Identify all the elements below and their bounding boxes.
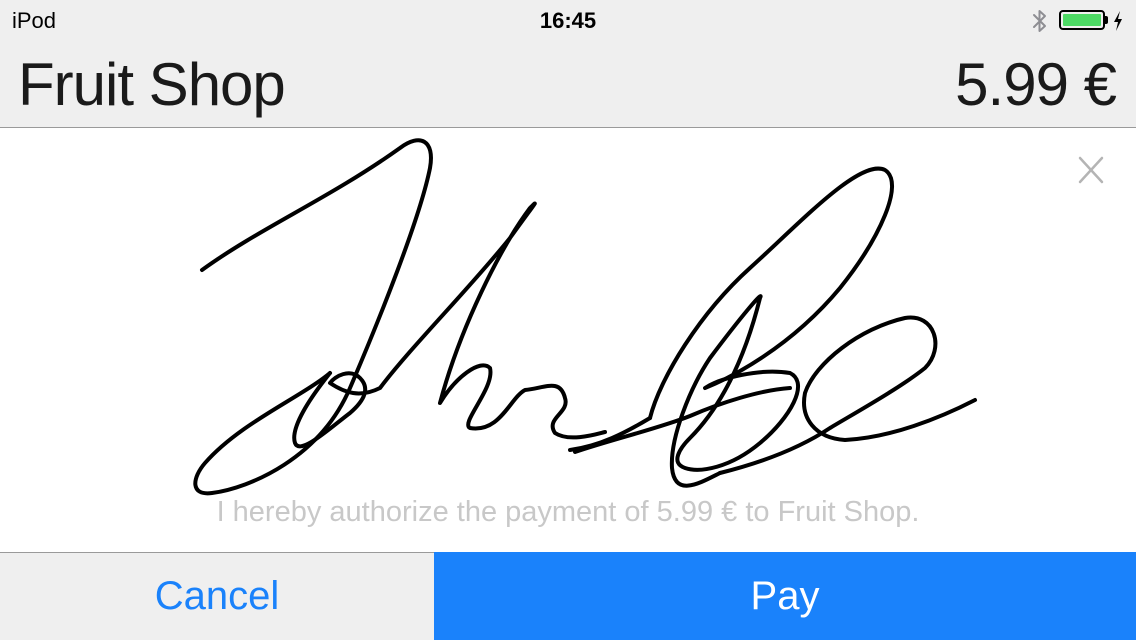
signature-drawing xyxy=(193,138,977,496)
battery-level-fill xyxy=(1063,14,1101,26)
battery-nub xyxy=(1105,16,1108,24)
pay-button[interactable]: Pay xyxy=(434,552,1136,640)
battery-icon xyxy=(1059,10,1105,30)
cancel-button[interactable]: Cancel xyxy=(0,552,434,640)
authorization-text: I hereby authorize the payment of 5.99 €… xyxy=(216,496,920,528)
header-bar: Fruit Shop 5.99 € xyxy=(0,40,1136,128)
charging-icon xyxy=(1114,11,1122,31)
status-bar: iPod 16:45 xyxy=(0,0,1136,40)
status-time: 16:45 xyxy=(539,8,597,33)
payment-amount: 5.99 € xyxy=(955,51,1117,118)
signature-pad[interactable]: I hereby authorize the payment of 5.99 €… xyxy=(0,128,1136,552)
payment-screen: iPod 16:45 Fruit Shop 5.99 € I hereby au… xyxy=(0,0,1136,640)
clear-signature-button[interactable] xyxy=(1072,150,1110,190)
bluetooth-icon xyxy=(1033,10,1046,32)
shop-title: Fruit Shop xyxy=(18,51,286,118)
